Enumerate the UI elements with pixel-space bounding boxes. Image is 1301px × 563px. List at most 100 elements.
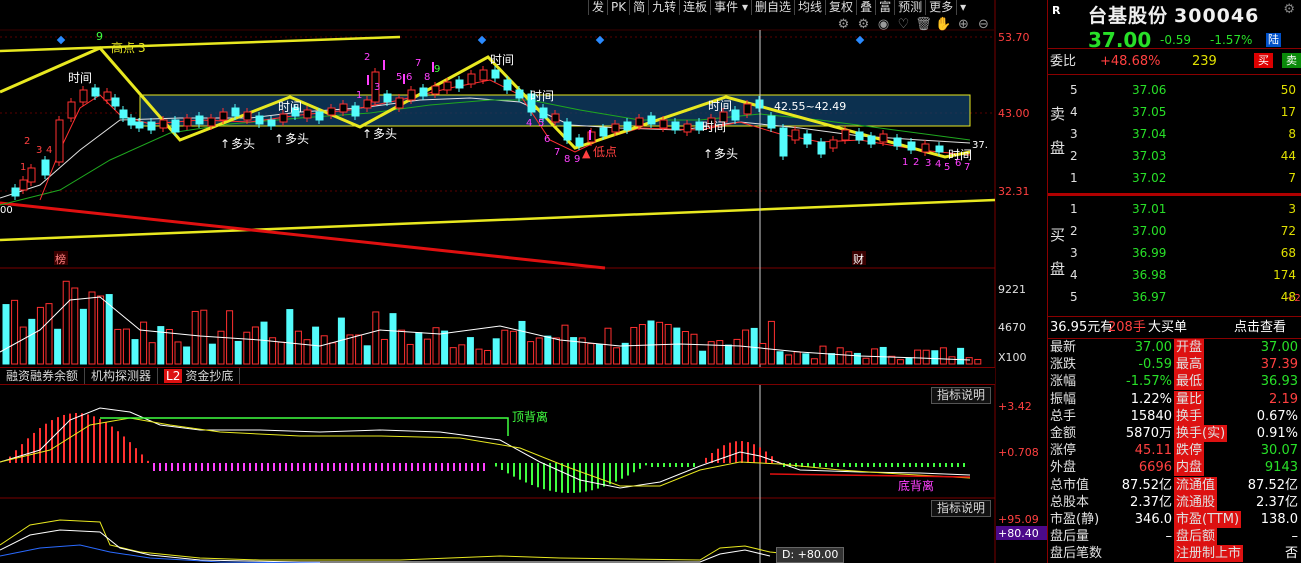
candle-up <box>219 111 228 121</box>
big-order-volume: 208手 <box>1108 320 1146 335</box>
volume-bar-up <box>965 357 973 365</box>
l2-badge: L2 <box>164 369 183 383</box>
trash-icon[interactable]: 🗑 <box>915 17 932 32</box>
gear-icon[interactable]: ⚙ <box>835 17 852 32</box>
volume-bar-down <box>699 350 707 365</box>
tab-institution-detector[interactable]: 机构探测器 <box>85 368 159 384</box>
volume-bar-up <box>836 347 844 365</box>
stat-row: 市盈(静) 346.0 市盈(TTM) 138.0 <box>1048 510 1301 528</box>
heart-icon[interactable]: ♡ <box>895 17 912 32</box>
candle-down <box>817 141 826 155</box>
zoom-in-icon[interactable]: ⊕ <box>955 17 972 32</box>
settings-icon[interactable]: ⚙ <box>855 17 872 32</box>
macd-indicator-help-button[interactable]: 指标说明 <box>931 387 991 404</box>
volume-bar-up <box>62 280 70 365</box>
stat-value: 否 <box>1284 546 1298 562</box>
volume-bar-up <box>733 338 741 365</box>
stat-value: 37.39 <box>1260 357 1298 373</box>
duotou-label: 多头 <box>373 127 397 141</box>
price-axis-label: 53.70 <box>998 31 1030 44</box>
stock-code: 300046 <box>1174 5 1260 27</box>
bid-price: 36.98 <box>1132 268 1167 282</box>
sequence-number: 9 <box>434 64 440 75</box>
toolbar-button-7[interactable]: 均线 <box>794 0 825 15</box>
toolbar-button-0[interactable]: 发 <box>588 0 607 15</box>
kdj-axis-label: +95.09 <box>998 513 1039 526</box>
volume-bar-down <box>828 353 836 365</box>
volume-bar-up <box>355 334 363 365</box>
kdj-indicator-help-button[interactable]: 指标说明 <box>931 500 991 517</box>
eye-icon[interactable]: ◉ <box>875 17 892 32</box>
time-label: 时间 <box>68 71 92 85</box>
stat-value: 138.0 <box>1260 511 1298 527</box>
buy-button[interactable]: 买 <box>1254 53 1273 68</box>
toolbar-button-4[interactable]: 连板 <box>679 0 710 15</box>
candle-up <box>467 73 476 85</box>
stat-row: 涨停 45.11 跌停 30.07 <box>1048 442 1301 460</box>
volume-bar-up <box>303 339 311 365</box>
stat-label: 最新 <box>1050 340 1077 355</box>
volume-bar-down <box>647 320 655 365</box>
candle-up <box>79 89 88 103</box>
toolbar-button-8[interactable]: 复权 <box>825 0 856 15</box>
settings-gear-icon[interactable]: ⚙ <box>1283 2 1295 17</box>
candle-up <box>683 123 692 133</box>
ask-book: 卖盘 5 37.06 50 4 37.05 17 3 37.04 8 2 37.03 44 1 37.02… <box>1048 74 1301 193</box>
left-cut-label: 00 <box>0 205 13 216</box>
volume-bar-down <box>28 318 36 365</box>
toolbar-button-13[interactable]: ▾ <box>956 0 969 15</box>
tab-fund-bottom[interactable]: L2 资金抄底 <box>158 368 241 384</box>
stat-label: 内盘 <box>1174 459 1205 477</box>
volume-bar-down <box>931 350 939 365</box>
toolbar-button-11[interactable]: 预测 <box>894 0 925 15</box>
volume-bar-up <box>329 342 337 365</box>
ask-price: 37.02 <box>1132 171 1167 185</box>
volume-axis-label: 4670 <box>998 321 1026 334</box>
sequence-number: 3 <box>374 82 380 93</box>
bid-volume: 72 <box>1280 224 1296 238</box>
volume-bar-up <box>914 349 922 365</box>
candle-down <box>503 79 512 91</box>
kline-chart[interactable]: 53.7043.0032.3192214670X100+3.42+0.708+9… <box>0 0 1047 563</box>
bid-volume: 174 <box>1273 268 1296 282</box>
sequence-number: 6 <box>544 134 550 145</box>
event-diamond-icon <box>477 35 487 45</box>
toolbar-button-12[interactable]: 更多 <box>925 0 956 15</box>
toolbar-button-5[interactable]: 事件 ▾ <box>710 0 751 15</box>
volume-bar-up <box>587 343 595 365</box>
hand-icon[interactable]: ✋ <box>935 17 952 32</box>
volume-bar-down <box>853 352 861 365</box>
candle-up <box>27 167 36 183</box>
volume-bar-up <box>45 303 53 365</box>
candle-up <box>19 179 28 191</box>
duotou-arrow-icon: ↑ <box>362 127 372 141</box>
ask-row: 3 37.04 8 <box>1070 123 1300 145</box>
ask-volume: 44 <box>1280 149 1296 163</box>
toolbar-button-10[interactable]: 富 <box>875 0 894 15</box>
toolbar-button-1[interactable]: PK <box>607 0 629 15</box>
toolbar-button-6[interactable]: 删自选 <box>751 0 794 15</box>
volume-bar-up <box>716 340 724 365</box>
tab-margin-balance[interactable]: 融资融券余额 <box>0 368 86 384</box>
volume-axis-label: 9221 <box>998 283 1026 296</box>
candle-up <box>207 117 216 127</box>
candle-down <box>599 127 608 137</box>
toolbar-button-2[interactable]: 简 <box>629 0 648 15</box>
toolbar-button-3[interactable]: 九转 <box>648 0 679 15</box>
volume-bar-up <box>277 341 285 365</box>
stat-value: 2.19 <box>1269 391 1298 407</box>
toolbar-button-9[interactable]: 叠 <box>856 0 875 15</box>
crosshair-d-value: D: +80.00 <box>776 547 845 563</box>
sell-side-text: 卖盘 <box>1050 105 1066 157</box>
connect-tag: 陆 <box>1266 33 1281 47</box>
zoom-out-icon[interactable]: ⊖ <box>975 17 992 32</box>
big-order-view-link[interactable]: 点击查看 <box>1234 317 1286 338</box>
sequence-number: 5 <box>944 162 950 173</box>
stat-value: 1.22% <box>1130 391 1172 407</box>
volume-bar-down <box>621 342 629 365</box>
sell-button[interactable]: 卖 <box>1282 53 1301 68</box>
ask-row: 2 37.03 44 <box>1070 145 1300 167</box>
sequence-number: 7 <box>415 58 421 69</box>
volume-bar-down <box>79 308 87 365</box>
event-diamond-icon <box>855 35 865 45</box>
